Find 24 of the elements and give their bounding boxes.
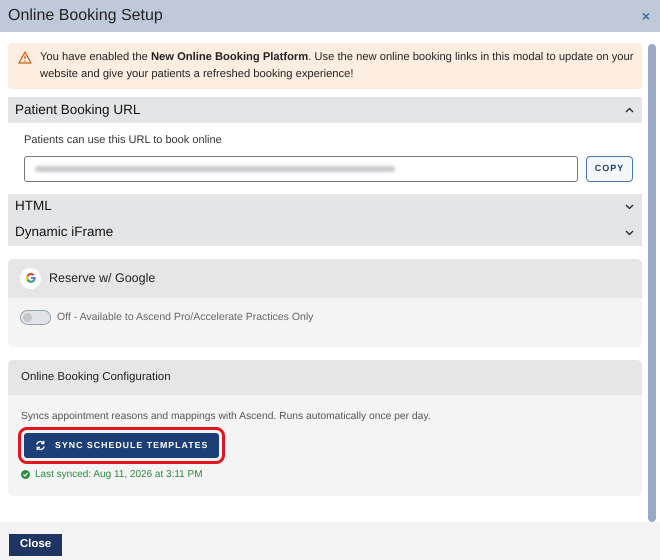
alert-message: You have enabled the New Online Booking Platform. Use the new online booking links in this modal to update on your website and give your patients a refreshed booking experience!	[40, 50, 634, 82]
section-description: Syncs appointment reasons and mappings with Ascend. Runs automatically once per day.	[21, 410, 432, 424]
close-button[interactable]: Close	[9, 534, 62, 556]
chevron-up-icon	[625, 107, 634, 113]
toggle-label: Off - Available to Ascend Pro/Accelerate Practices Only	[57, 310, 314, 324]
accordion-header[interactable]: Patient Booking URL	[8, 97, 642, 123]
copy-button[interactable]: COPY	[586, 156, 633, 182]
check-circle-icon	[21, 470, 30, 479]
sync-status: Last synced: Aug 11, 2026 at 3:11 PM	[35, 468, 203, 482]
accordion-header[interactable]: HTML	[8, 194, 642, 220]
scrollbar[interactable]	[648, 44, 656, 522]
toggle-switch[interactable]	[20, 310, 51, 325]
google-icon	[20, 268, 41, 288]
chevron-down-icon	[625, 230, 634, 236]
chevron-down-icon	[625, 204, 634, 210]
url-field[interactable]	[24, 156, 578, 182]
accordion-header[interactable]: Dynamic iFrame	[8, 220, 642, 246]
section-title: Online Booking Configuration	[21, 370, 171, 386]
warning-icon	[18, 51, 32, 64]
modal-title: Online Booking Setup	[8, 6, 163, 26]
field-label: Patients can use this URL to book online	[24, 133, 223, 148]
sync-icon	[35, 440, 46, 451]
sync-button[interactable]: SYNC SCHEDULE TEMPLATES	[24, 432, 220, 458]
section-title: Reserve w/ Google	[49, 270, 156, 287]
